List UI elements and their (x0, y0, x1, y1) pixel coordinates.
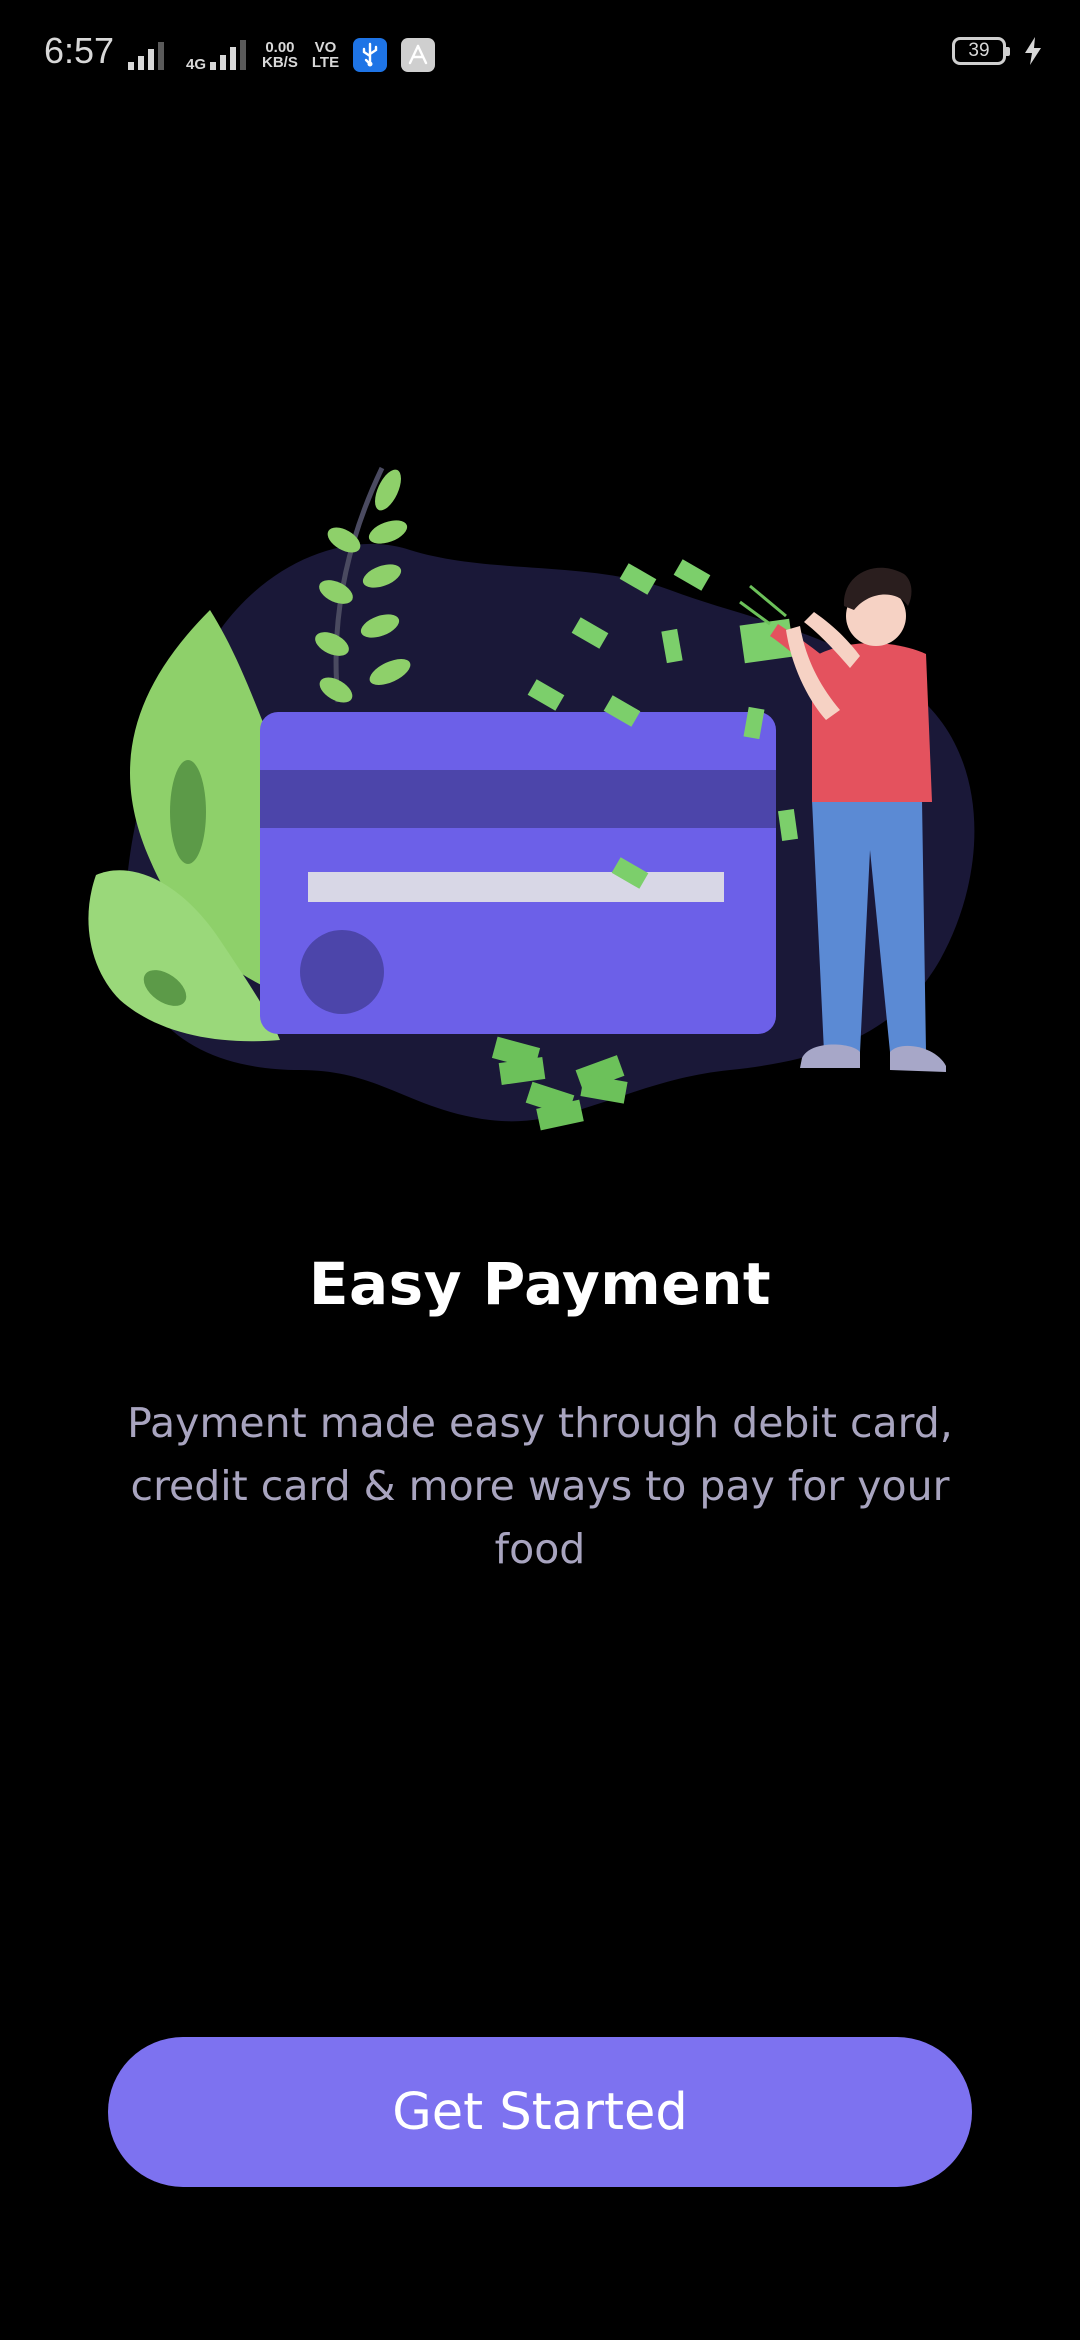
network-type-label: 4G (186, 56, 207, 73)
volte-bottom-label: LTE (311, 54, 340, 71)
signal-4g-group: 4G (186, 38, 248, 72)
signal-bars-icon (128, 42, 164, 70)
get-started-button[interactable]: Get Started (108, 2037, 972, 2187)
app-store-icon (401, 38, 436, 72)
payment-illustration (88, 466, 975, 1131)
network-speed-unit: KB/S (262, 54, 298, 71)
onboarding-title: Easy Payment (308, 1250, 772, 1318)
onboarding-description: Payment made easy through debit card, cr… (127, 1399, 953, 1573)
onboarding-screen: 6:57 4G 0.00 KB/S VO LTE 39 Easy Payment… (0, 0, 1080, 2340)
battery-icon: 39 (952, 37, 1010, 65)
credit-card-shape (260, 712, 776, 1034)
network-speed-value: 0.00 (265, 39, 295, 56)
usb-icon (353, 38, 388, 72)
battery-group: 39 (952, 36, 1044, 66)
status-time: 6:57 (44, 30, 115, 71)
status-icons: 4G 0.00 KB/S VO LTE (126, 30, 436, 80)
status-bar: 6:57 4G 0.00 KB/S VO LTE 39 (0, 0, 1080, 110)
volte-top-label: VO (314, 39, 337, 56)
lightning-icon (1025, 37, 1041, 65)
battery-level: 39 (968, 40, 990, 61)
network-speed: 0.00 KB/S (262, 40, 298, 70)
volte-indicator: VO LTE (312, 40, 339, 70)
signal-bars-4g-icon (210, 40, 247, 70)
